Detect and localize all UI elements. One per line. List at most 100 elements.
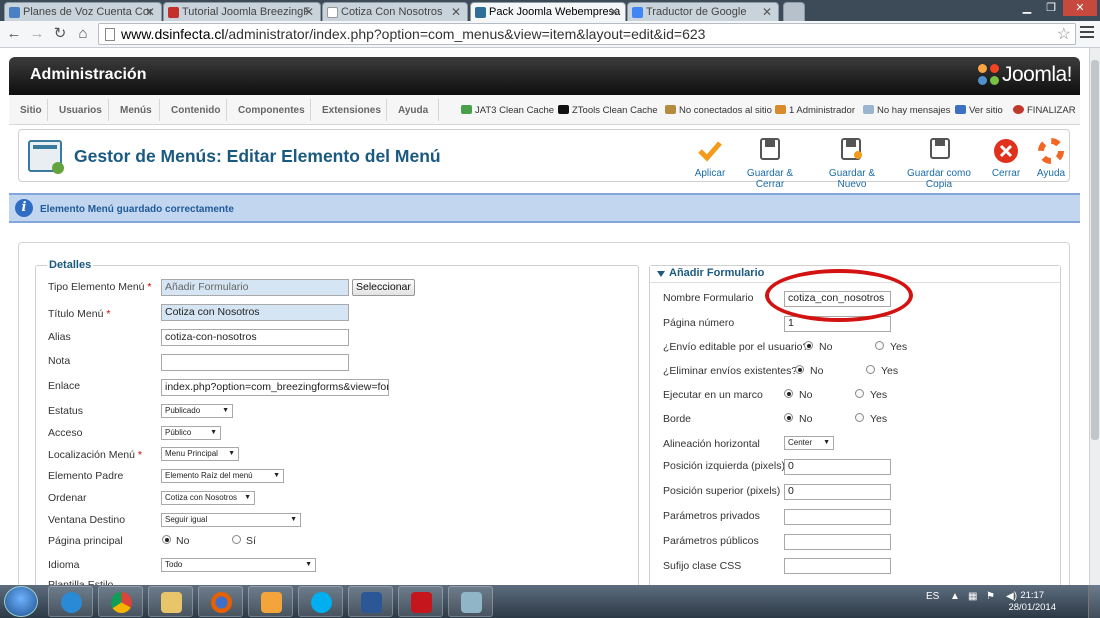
eliminar-no-radio[interactable] [795,365,804,374]
taskbar-app[interactable] [448,586,493,617]
menu-sitio[interactable]: Sitio [20,105,42,116]
idioma-select[interactable]: Todo ▼ [161,558,316,572]
joomla-logo: Joomla! [977,63,1073,87]
tray-arrow-icon[interactable]: ▲ [950,591,960,602]
menu-usuarios[interactable]: Usuarios [59,105,102,116]
ztools-clean-cache[interactable]: ZTools Clean Cache [558,105,658,116]
pos-sup-input[interactable]: 0 [784,484,891,500]
sufijo-input[interactable] [784,558,891,574]
logout-link[interactable]: FINALIZAR [1013,105,1076,116]
minimize-icon[interactable]: ▁ [1015,0,1039,16]
envio-yes-radio[interactable] [875,341,884,350]
new-tab-button[interactable] [783,2,805,21]
pos-izq-input[interactable]: 0 [784,459,891,475]
menu-manager-icon [28,140,64,174]
forward-arrow-icon[interactable]: → [27,24,47,44]
connected-status: No conectados al sitio [665,105,772,116]
network-icon[interactable]: ▦ [968,591,977,602]
taskbar-explorer[interactable] [148,586,193,617]
taskbar-skype[interactable] [298,586,343,617]
ordenar-label: Ordenar [48,492,87,504]
page-scrollbar[interactable] [1089,48,1100,585]
save-copy-button[interactable]: Guardar como Copia [897,138,981,190]
nota-input[interactable] [161,354,349,371]
envio-no-radio[interactable] [804,341,813,350]
menu-contenido[interactable]: Contenido [171,105,220,116]
principal-no-radio[interactable] [162,535,171,544]
marco-no-radio[interactable] [784,389,793,398]
titulo-input[interactable]: Cotiza con Nosotros [161,304,349,321]
taskbar-ie[interactable] [48,586,93,617]
taskbar-word[interactable] [348,586,393,617]
mail-icon [863,105,874,114]
privados-input[interactable] [784,509,891,525]
close-button[interactable]: Cerrar [989,138,1023,179]
chrome-menu-icon[interactable] [1080,26,1094,40]
view-site-link[interactable]: Ver sitio [955,105,1003,116]
jat3-clean-cache[interactable]: JAT3 Clean Cache [461,105,554,116]
taskbar-acrobat[interactable] [398,586,443,617]
eliminar-yes-radio[interactable] [866,365,875,374]
admin-menu-bar: Sitio Usuarios Menús Contenido Component… [9,95,1080,125]
nombre-label: Nombre Formulario [663,292,754,304]
scrollbar-thumb[interactable] [1091,60,1099,440]
browser-tab-2[interactable]: Tutorial Joomla BreezingF ✕ [163,2,321,21]
window-close-icon[interactable]: ✕ [1063,0,1097,16]
taskbar-firefox[interactable] [198,586,243,617]
estatus-select[interactable]: Publicado ▼ [161,404,233,418]
alias-input[interactable]: cotiza-con-nosotros [161,329,349,346]
titulo-label: Título Menú * [48,308,111,320]
reload-icon[interactable]: ↻ [50,24,70,44]
show-desktop-button[interactable] [1088,585,1100,618]
pos-izq-label: Posición izquierda (pixels) [663,460,785,472]
marco-yes-radio[interactable] [855,389,864,398]
language-indicator[interactable]: ES [926,591,939,602]
browser-tab-1[interactable]: Planes de Voz Cuenta Cor ✕ [4,2,162,21]
menu-ayuda[interactable]: Ayuda [398,105,428,116]
marco-label: Ejecutar en un marco [663,389,763,401]
select-type-button[interactable]: Seleccionar [352,279,415,296]
ventana-select[interactable]: Seguir igual ▼ [161,513,301,527]
save-new-button[interactable]: Guardar & Nuevo [816,138,888,190]
windows-taskbar: ES ▲ ▦ ⚑ ◀) 21:17 28/01/2014 [0,585,1100,618]
close-tab-icon[interactable]: ✕ [145,5,155,19]
close-tab-icon[interactable]: ✕ [304,5,314,19]
save-close-button[interactable]: Guardar & Cerrar [733,138,807,190]
ordenar-select[interactable]: Cotiza con Nosotros ▼ [161,491,255,505]
browser-tab-3[interactable]: Cotiza Con Nosotros ✕ [322,2,468,21]
dropdown-arrow-icon: ▼ [273,472,280,479]
borde-no-radio[interactable] [784,413,793,422]
cancel-icon [989,138,1023,164]
apply-button[interactable]: Aplicar [690,138,730,179]
browser-tab-4[interactable]: Pack Joomla Webempresa ✕ [470,2,626,22]
restore-icon[interactable]: ❐ [1039,0,1063,16]
joomla-favicon-icon [475,7,486,18]
messages-status[interactable]: No hay mensajes [863,105,950,116]
padre-select[interactable]: Elemento Raíz del menú ▼ [161,469,284,483]
alineacion-select[interactable]: Center ▼ [784,436,834,450]
bookmark-star-icon[interactable]: ☆ [1057,24,1071,44]
menu-extensiones[interactable]: Extensiones [322,105,381,116]
flag-icon[interactable]: ⚑ [986,591,995,602]
taskbar-chrome[interactable] [98,586,143,617]
menu-componentes[interactable]: Componentes [238,105,305,116]
publicos-input[interactable] [784,534,891,550]
back-arrow-icon[interactable]: ← [4,24,24,44]
browser-tab-5[interactable]: Traductor de Google ✕ [627,2,779,21]
system-clock[interactable]: 21:17 28/01/2014 [1008,590,1056,614]
enlace-input[interactable]: index.php?option=com_breezingforms&view=… [161,379,389,396]
borde-yes-radio[interactable] [855,413,864,422]
close-tab-icon[interactable]: ✕ [609,5,619,19]
windows-start-button[interactable] [4,586,38,617]
close-tab-icon[interactable]: ✕ [762,5,772,19]
principal-si-radio[interactable] [232,535,241,544]
dropdown-arrow-icon: ▼ [244,494,251,501]
acceso-select[interactable]: Público ▼ [161,426,221,440]
menu-menus[interactable]: Menús [120,105,152,116]
taskbar-media[interactable] [248,586,293,617]
url-bar[interactable]: www.dsinfecta.cl/administrator/index.php… [98,23,1076,45]
close-tab-icon[interactable]: ✕ [451,5,461,19]
home-icon[interactable]: ⌂ [73,24,93,44]
help-button[interactable]: Ayuda [1033,138,1069,179]
localizacion-select[interactable]: Menu Principal ▼ [161,447,239,461]
